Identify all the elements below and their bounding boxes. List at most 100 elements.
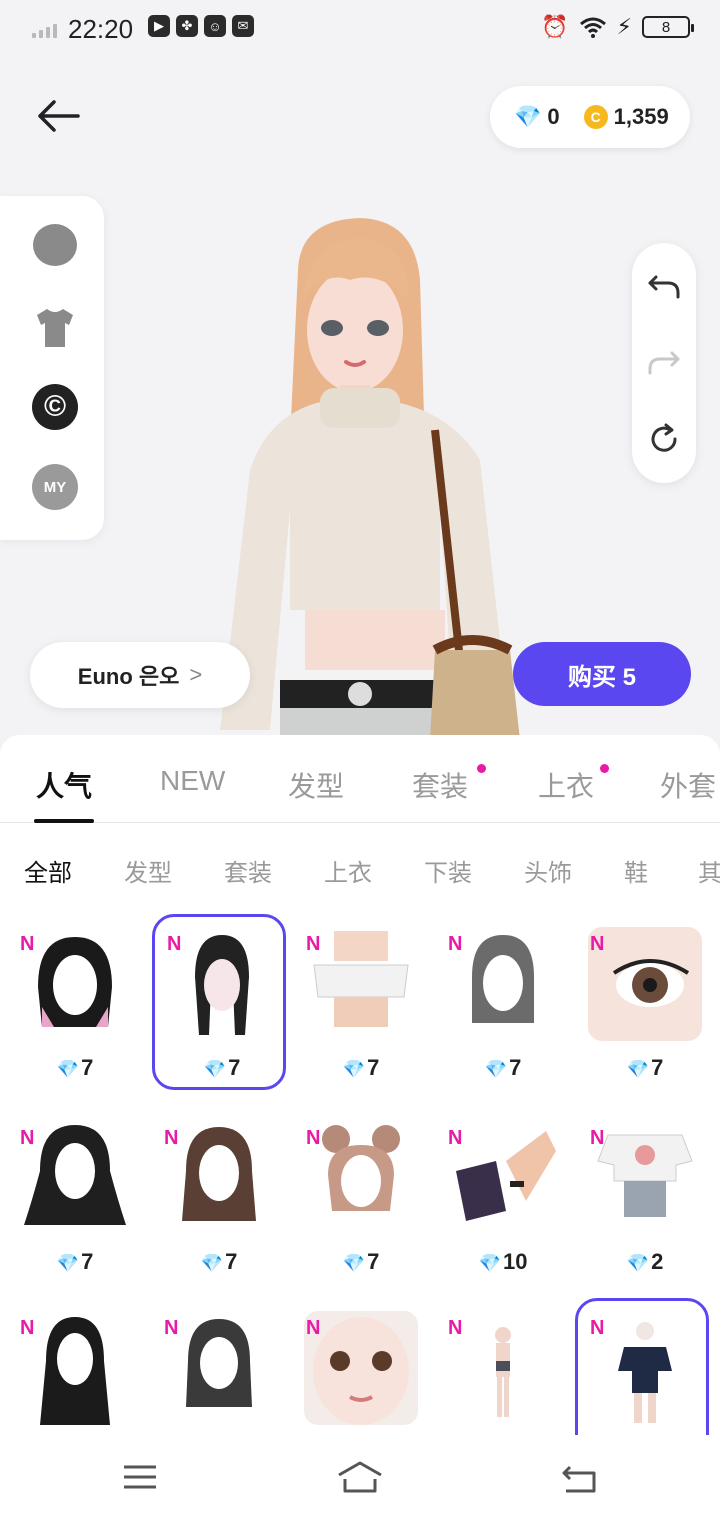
back-button[interactable] [34,96,86,136]
copyright-category-button[interactable]: © [32,384,78,430]
shop-item[interactable]: N 💎2 [578,1111,712,1287]
shop-item[interactable]: N 💎7 [8,917,142,1093]
buy-button[interactable]: 购买 5 [513,642,691,706]
subcategory-tabs: 全部 发型 套装 上衣 下装 头饰 鞋 其 [0,853,720,893]
currency-balance[interactable]: 💎 0 C 1,359 [490,86,690,148]
diamond-icon: 💎 [342,1059,366,1079]
charging-icon: ⚡ [616,14,632,39]
shop-item[interactable]: N 💎7 [578,917,712,1093]
new-badge: N [448,1317,463,1339]
item-price: 7 [367,1249,380,1274]
tab-outerwear[interactable]: 外套 [660,765,716,805]
outfit-name: Euno 은오 [77,664,180,689]
diamond-icon: 💎 [484,1059,508,1079]
status-bar: 22:20 ▶ ✤ ☺ ✉ ⏰ ⚡ 8 [0,0,720,56]
new-badge: N [164,1127,179,1149]
shop-item[interactable]: N 💎7 [294,1111,428,1287]
tab-popular[interactable]: 人气 [36,765,92,805]
outfit-name-chip[interactable]: Euno 은오 > [30,642,250,708]
new-badge: N [306,1317,321,1339]
shop-item[interactable]: N 💎7 [152,1111,286,1287]
face-category-button[interactable] [32,222,78,268]
subtab-shoes[interactable]: 鞋 [624,853,648,888]
subtab-all[interactable]: 全部 [24,853,72,888]
item-price: 2 [651,1249,664,1274]
alarm-icon: ⏰ [541,14,569,39]
diamond-icon: 💎 [342,1253,366,1273]
item-thumbnail [588,1121,702,1235]
item-thumbnail [162,1121,276,1235]
new-badge: N [20,1317,35,1339]
item-thumbnail [162,1311,276,1425]
diamond-icon: 💎 [56,1253,80,1273]
cat-app-icon: ☺ [204,15,226,37]
home-button[interactable] [336,1457,384,1502]
subtab-top[interactable]: 上衣 [324,853,372,888]
shop-item-selected[interactable]: N [575,1298,709,1435]
new-badge: N [20,1127,35,1149]
item-price: 7 [81,1055,94,1080]
item-price: 7 [228,1055,241,1080]
item-panel: 人气 NEW 发型 套装 上衣 外套 全部 发型 套装 上衣 下装 头饰 鞋 其… [0,735,720,1435]
reset-button[interactable] [646,421,682,457]
new-badge: N [590,933,605,955]
item-thumbnail [588,927,702,1041]
battery-indicator: 8 [642,16,694,38]
item-price: 7 [367,1055,380,1080]
avatar-figure[interactable] [210,210,550,740]
shop-item[interactable]: N 💎10 [436,1111,570,1287]
coin-count: 1,359 [613,104,669,129]
new-badge: N [306,933,321,955]
item-price: 7 [509,1055,522,1080]
new-badge: N [448,933,463,955]
new-badge: N [167,933,182,955]
shop-item[interactable]: N [436,1301,570,1435]
category-tabs: 人气 NEW 发型 套装 上衣 外套 [0,735,720,823]
shop-item[interactable]: N [8,1301,142,1435]
diamond-icon: 💎 [626,1253,650,1273]
shop-item[interactable]: N 💎7 [294,917,428,1093]
home-icon [338,1461,382,1493]
clothing-category-button[interactable] [32,304,78,350]
head-icon [33,224,77,266]
item-thumbnail [588,1311,702,1425]
item-thumbnail [304,1121,418,1235]
subtab-bottom[interactable]: 下装 [424,853,472,888]
my-category-button[interactable]: MY [32,464,78,510]
shop-item-selected[interactable]: N 💎7 [152,914,286,1090]
video-app-icon: ▶ [148,15,170,37]
tab-hairstyle[interactable]: 发型 [288,765,344,805]
undo-button[interactable] [646,269,682,305]
edit-tools [632,243,696,483]
shop-item[interactable]: N [294,1301,428,1435]
shirt-icon [37,309,73,347]
diamond-icon: 💎 [56,1059,80,1079]
menu-button[interactable] [122,1457,158,1502]
subtab-other[interactable]: 其 [698,853,720,888]
subtab-outfit[interactable]: 套装 [224,853,272,888]
item-thumbnail [304,1311,418,1425]
subtab-headwear[interactable]: 头饰 [524,853,572,888]
item-thumbnail [446,1311,560,1425]
return-icon [562,1465,596,1493]
shop-item[interactable]: N 💎7 [8,1111,142,1287]
subtab-hairstyle[interactable]: 发型 [124,853,172,888]
diamond-icon: 💎 [626,1059,650,1079]
new-badge: N [590,1127,605,1149]
redo-button[interactable] [646,345,682,381]
shop-item[interactable]: N 💎7 [436,917,570,1093]
new-badge: N [306,1127,321,1149]
item-price: 7 [81,1249,94,1274]
tab-outfit[interactable]: 套装 [412,765,468,805]
wifi-icon [579,17,606,38]
tab-top[interactable]: 上衣 [538,765,594,805]
status-time: 22:20 [68,14,134,44]
shop-item[interactable]: N [152,1301,286,1435]
tab-new[interactable]: NEW [160,765,225,797]
new-badge: N [590,1317,605,1339]
item-thumbnail [446,927,560,1041]
back-nav-button[interactable] [560,1457,600,1502]
diamond-icon: 💎 [200,1253,224,1273]
mail-app-icon: ✉ [232,15,254,37]
gem-count: 0 [547,104,560,129]
